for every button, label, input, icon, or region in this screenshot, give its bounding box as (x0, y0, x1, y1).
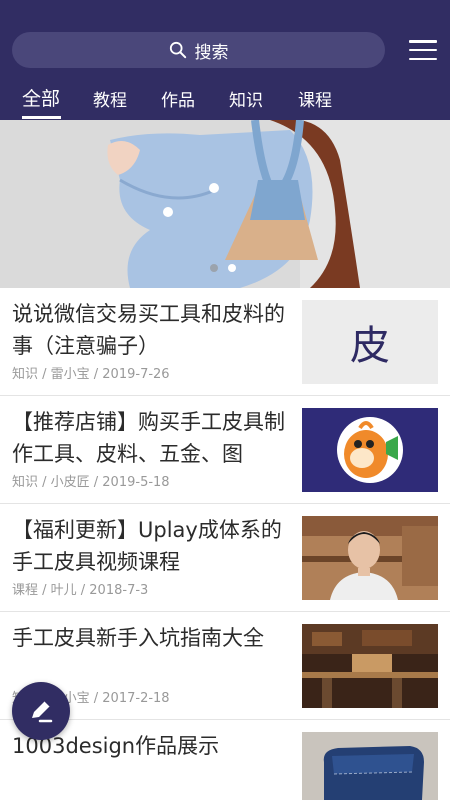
hamburger-menu-icon[interactable] (409, 36, 437, 64)
article-title: 【推荐店铺】购买手工皮具制作工具、皮料、五金、图 (12, 410, 285, 466)
article-thumbnail (302, 516, 438, 600)
article-title: 说说微信交易买工具和皮料的事（注意骗子） (12, 302, 285, 358)
article-thumbnail (302, 624, 438, 708)
search-icon (169, 41, 186, 59)
tab-tutorials[interactable]: 教程 (93, 86, 127, 111)
article-thumbnail (302, 732, 438, 800)
banner-carousel[interactable] (0, 120, 450, 288)
tab-courses[interactable]: 课程 (298, 86, 332, 111)
search-bar[interactable]: 搜索 (12, 32, 385, 68)
article-thumbnail (302, 408, 438, 492)
article-title: 【福利更新】Uplay成体系的手工皮具视频课程 (12, 518, 282, 574)
article-item[interactable]: 1003design作品展示 (0, 720, 450, 800)
article-item[interactable]: 【福利更新】Uplay成体系的手工皮具视频课程 课程 / 叶儿 / 2018-7… (0, 504, 450, 612)
edit-pen-icon (32, 700, 53, 723)
article-meta: 知识 / 小皮匠 / 2019-5-18 (12, 475, 170, 490)
article-item[interactable]: 【推荐店铺】购买手工皮具制作工具、皮料、五金、图 知识 / 小皮匠 / 2019… (0, 396, 450, 504)
article-item[interactable]: 说说微信交易买工具和皮料的事（注意骗子） 知识 / 雷小宝 / 2019-7-2… (0, 288, 450, 396)
article-meta: 知识 / 雷小宝 / 2019-7-26 (12, 367, 170, 382)
compose-button[interactable] (12, 682, 70, 740)
thumbnail-logo: 皮 (350, 323, 390, 369)
tab-works[interactable]: 作品 (161, 86, 195, 111)
carousel-dot-2[interactable] (228, 264, 236, 272)
app-header: 搜索 全部 教程 作品 知识 课程 (0, 0, 450, 120)
category-tabs: 全部 教程 作品 知识 课程 (0, 80, 450, 120)
tab-knowledge[interactable]: 知识 (229, 86, 263, 111)
search-label: 搜索 (194, 42, 229, 63)
carousel-dot-1[interactable] (210, 264, 218, 272)
banner-image (0, 120, 450, 288)
carousel-dots (210, 264, 236, 272)
tab-all[interactable]: 全部 (22, 84, 60, 111)
article-thumbnail: 皮 (302, 300, 438, 384)
article-meta: 课程 / 叶儿 / 2018-7-3 (12, 583, 149, 598)
active-tab-indicator (22, 116, 61, 119)
article-title: 手工皮具新手入坑指南大全 (12, 626, 264, 650)
